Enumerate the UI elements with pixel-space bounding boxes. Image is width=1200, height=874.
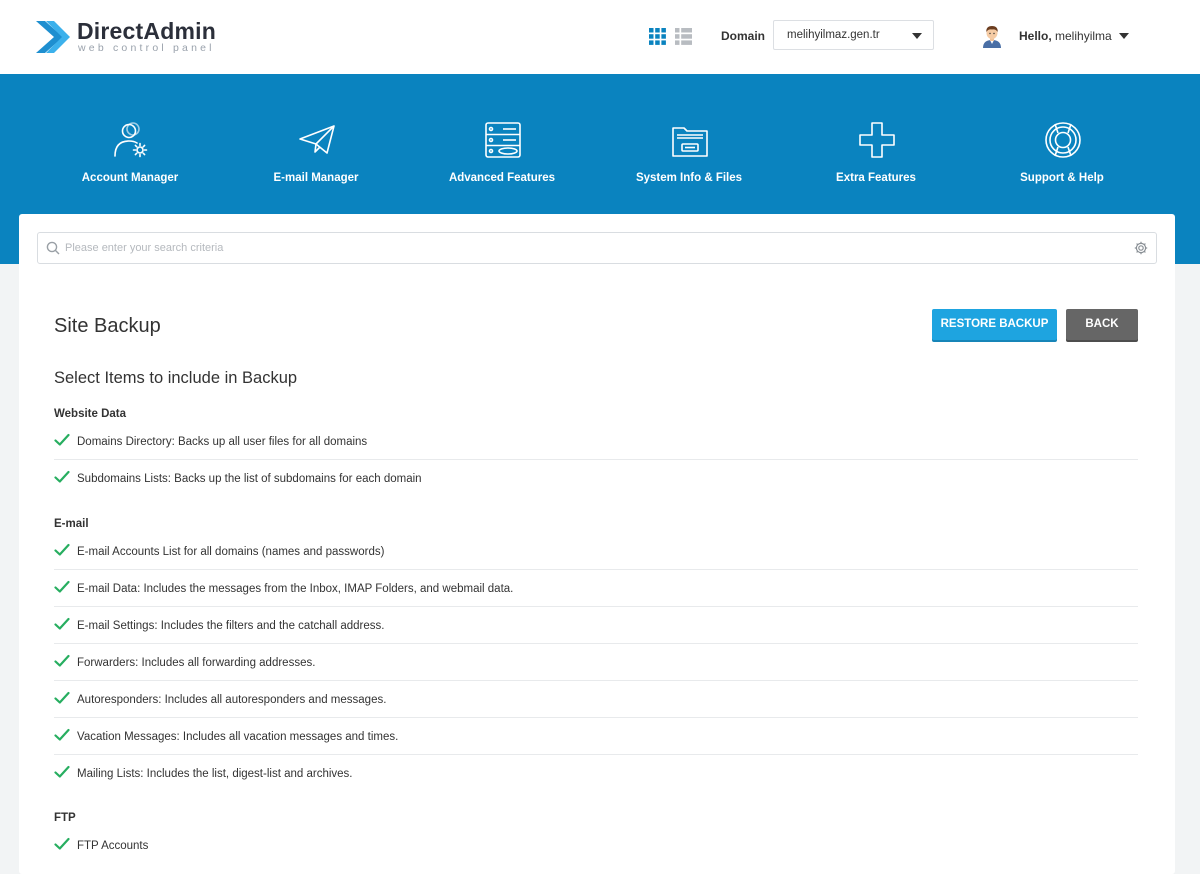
nav-system-info-files[interactable]: System Info & Files (596, 120, 782, 190)
checkmark-icon[interactable] (54, 617, 70, 631)
grid-view-icon[interactable] (649, 28, 666, 45)
backup-option-subdomains-lists: Subdomains Lists: Backs up the list of s… (54, 460, 1138, 497)
checkmark-icon[interactable] (54, 433, 70, 447)
advanced-features-icon (485, 122, 521, 158)
group-heading-email: E-mail (54, 518, 89, 530)
backup-option-label: E-mail Accounts List for all domains (na… (77, 546, 385, 558)
backup-option-forwarders: Forwarders: Includes all forwarding addr… (54, 644, 1138, 681)
backup-option-label: E-mail Settings: Includes the filters an… (77, 620, 385, 632)
backup-option-label: E-mail Data: Includes the messages from … (77, 583, 514, 595)
restore-backup-button[interactable]: RESTORE BACKUP (932, 309, 1057, 340)
content-card: Site Backup RESTORE BACKUP BACK Select I… (19, 214, 1175, 874)
support-help-icon (1045, 122, 1081, 158)
checkmark-icon[interactable] (54, 837, 70, 851)
backup-option-label: Vacation Messages: Includes all vacation… (77, 731, 399, 743)
section-title: Select Items to include in Backup (54, 369, 298, 387)
domain-label: Domain (721, 29, 766, 43)
top-bar: DirectAdmin web control panel Domain mel… (0, 0, 1200, 74)
email-manager-icon (299, 125, 335, 154)
logo[interactable]: DirectAdmin web control panel (36, 16, 236, 58)
search-input[interactable] (65, 239, 1125, 257)
brand-tagline: web control panel (78, 42, 215, 54)
nav-label: Extra Features (836, 172, 916, 184)
checkmark-icon[interactable] (54, 470, 70, 484)
backup-option-label: Subdomains Lists: Backs up the list of s… (77, 473, 422, 485)
page-title: Site Backup (54, 315, 161, 337)
nav-label: E-mail Manager (273, 172, 359, 184)
nav-advanced-features[interactable]: Advanced Features (409, 120, 595, 190)
group-heading-ftp: FTP (54, 812, 76, 824)
backup-option-email-data: E-mail Data: Includes the messages from … (54, 570, 1138, 607)
gear-icon[interactable] (1134, 241, 1148, 255)
user-menu-chevron-icon[interactable] (1119, 33, 1129, 39)
nav-label: Advanced Features (448, 172, 556, 184)
domain-select-value: melihyilmaz.gen.tr (787, 29, 880, 41)
nav-label: System Info & Files (635, 172, 743, 184)
nav-support-help[interactable]: Support & Help (969, 120, 1155, 190)
directadmin-logo-icon (36, 21, 70, 53)
nav-label: Support & Help (1020, 172, 1104, 184)
checkmark-icon[interactable] (54, 728, 70, 742)
nav-account-manager[interactable]: Account Manager (37, 120, 223, 190)
backup-option-ftp-accounts: FTP Accounts (54, 827, 1138, 864)
backup-option-email-settings: E-mail Settings: Includes the filters an… (54, 607, 1138, 644)
backup-option-mailing-lists: Mailing Lists: Includes the list, digest… (54, 755, 1138, 792)
user-greeting[interactable]: Hello, melihyilma (1019, 29, 1112, 43)
backup-option-domains-directory: Domains Directory: Backs up all user fil… (54, 423, 1138, 460)
list-view-icon[interactable] (675, 28, 692, 45)
domain-select[interactable]: melihyilmaz.gen.tr (773, 20, 934, 50)
backup-option-label: Forwarders: Includes all forwarding addr… (77, 657, 316, 669)
backup-option-label: Mailing Lists: Includes the list, digest… (77, 768, 353, 780)
backup-option-label: Domains Directory: Backs up all user fil… (77, 436, 368, 448)
nav-extra-features[interactable]: Extra Features (783, 120, 969, 190)
search-icon (46, 241, 60, 255)
group-heading-website-data: Website Data (54, 408, 127, 420)
username: melihyilma (1055, 29, 1112, 43)
checkmark-icon[interactable] (54, 654, 70, 668)
backup-option-autoresponders: Autoresponders: Includes all autorespond… (54, 681, 1138, 718)
checkmark-icon[interactable] (54, 543, 70, 557)
back-button[interactable]: BACK (1066, 309, 1138, 340)
account-manager-icon (114, 122, 148, 158)
search-bar (37, 232, 1157, 264)
backup-option-label: Autoresponders: Includes all autorespond… (77, 694, 387, 706)
checkmark-icon[interactable] (54, 580, 70, 594)
nav-email-manager[interactable]: E-mail Manager (223, 120, 409, 190)
chevron-down-icon (912, 33, 922, 39)
nav-label: Account Manager (81, 172, 179, 184)
system-info-icon (672, 127, 708, 157)
user-avatar[interactable] (981, 24, 1003, 48)
hello-prefix: Hello, (1019, 29, 1052, 43)
checkmark-icon[interactable] (54, 765, 70, 779)
brand-name: DirectAdmin (77, 18, 216, 44)
extra-features-icon (859, 122, 895, 158)
backup-option-email-accounts: E-mail Accounts List for all domains (na… (54, 533, 1138, 570)
backup-option-label: FTP Accounts (77, 840, 149, 852)
checkmark-icon[interactable] (54, 691, 70, 705)
backup-option-vacation-messages: Vacation Messages: Includes all vacation… (54, 718, 1138, 755)
